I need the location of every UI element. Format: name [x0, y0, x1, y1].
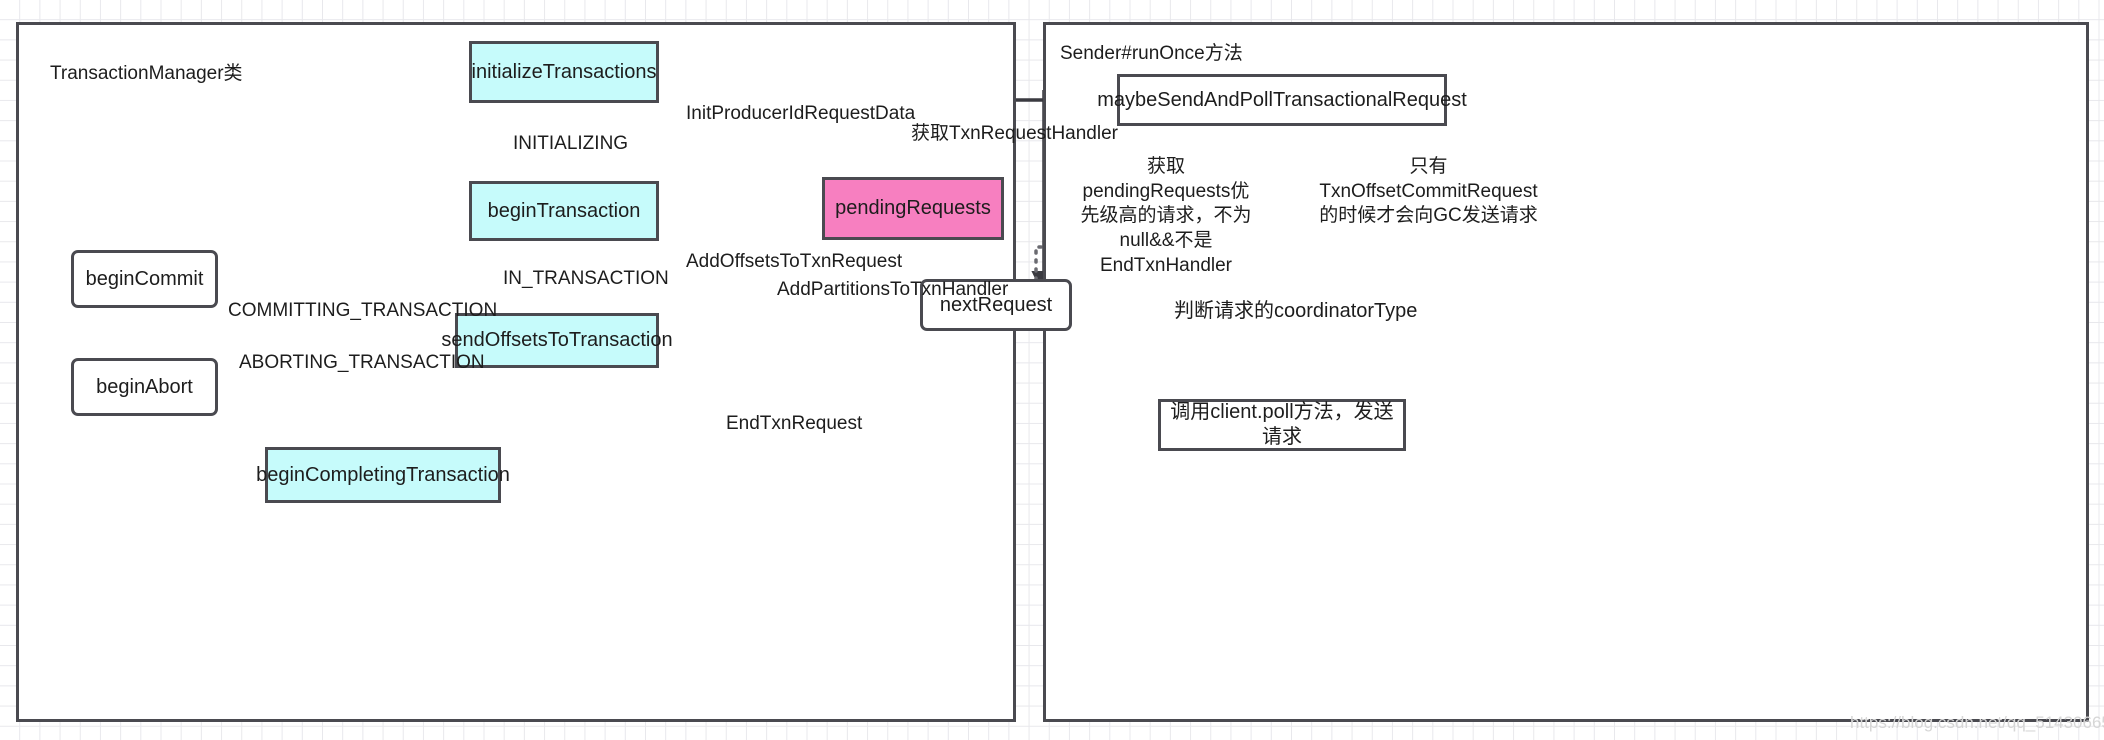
node-begin-transaction[interactable]: beginTransaction	[469, 181, 659, 241]
node-maybe-send-and-poll-transactional-request[interactable]: maybeSendAndPollTransactionalRequest	[1097, 74, 1467, 126]
node-coordinator-type-decision-label[interactable]: 判断请求的coordinatorType	[1174, 294, 1417, 323]
node-begin-commit[interactable]: beginCommit	[71, 250, 218, 308]
edge-label-init-producer-id-request-data: InitProducerIdRequestData	[686, 103, 916, 124]
node-begin-abort[interactable]: beginAbort	[71, 358, 218, 416]
edge-label-committing-transaction: COMMITTING_TRANSACTION	[228, 300, 498, 321]
diagram-canvas: TransactionManager类 Sender#runOnce方法 ini…	[0, 0, 2104, 740]
node-label: beginCommit	[85, 267, 204, 290]
node-begin-completing-transaction[interactable]: beginCompletingTransaction	[256, 447, 510, 503]
node-label: sendOffsetsToTransaction	[441, 329, 673, 351]
edge-label-initializing: INITIALIZING	[513, 133, 629, 154]
node-label: beginCompletingTransaction	[256, 463, 510, 486]
node-label: beginAbort	[96, 375, 193, 398]
edge-label-aborting-transaction: ABORTING_TRANSACTION	[239, 352, 485, 373]
edge-label-in-transaction: IN_TRANSACTION	[503, 268, 669, 289]
node-client-poll[interactable]: 调用client.poll方法，发送请求	[1158, 399, 1406, 451]
edge-label-end-txn-request: EndTxnRequest	[726, 413, 863, 434]
panel-sender-runonce	[1043, 22, 2089, 722]
panel-title-transaction-manager: TransactionManager类	[50, 63, 243, 84]
node-label: initializeTransactions	[471, 60, 657, 83]
edge-label-pending-requests-priority: 获取pendingRequests优先级高的请求，不为null&&不是EndTx…	[1080, 156, 1252, 276]
edge-label-add-partitions-to-txn-handler: AddPartitionsToTxnHandler	[777, 279, 1009, 300]
node-label: 调用client.poll方法，发送请求	[1170, 401, 1394, 448]
edge-label-add-offsets-to-txn-request: AddOffsetsToTxnRequest	[686, 251, 903, 272]
panel-title-sender-runonce: Sender#runOnce方法	[1060, 43, 1243, 64]
watermark: https://blog.csdn.net/qq_51430665	[1850, 713, 2104, 732]
node-initialize-transactions[interactable]: initializeTransactions	[469, 41, 659, 103]
edge-label-get-txn-request-handler: 获取TxnRequestHandler	[911, 123, 1118, 144]
edge-label-only-txn-offset-commit: 只有TxnOffsetCommitRequest的时候才会向GC发送请求	[1319, 156, 1538, 227]
node-label: pendingRequests	[835, 197, 991, 219]
node-label: maybeSendAndPollTransactionalRequest	[1097, 88, 1467, 111]
node-label: beginTransaction	[487, 199, 641, 222]
node-pending-requests[interactable]: pendingRequests	[822, 177, 1004, 240]
